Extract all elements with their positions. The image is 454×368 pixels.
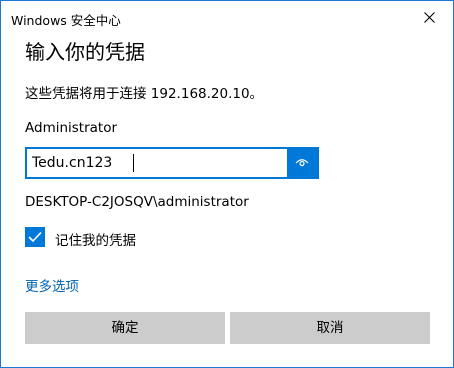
window-title: Windows 安全中心 xyxy=(11,13,121,28)
username-label: Administrator xyxy=(25,120,118,136)
dialog-description: 这些凭据将用于连接 192.168.20.10。 xyxy=(25,86,264,102)
domain-username: DESKTOP-C2JOSQV\administrator xyxy=(25,194,249,210)
dialog-heading: 输入你的凭据 xyxy=(25,40,145,64)
eye-icon xyxy=(295,159,309,167)
close-button[interactable] xyxy=(407,1,453,33)
cancel-button[interactable]: 取消 xyxy=(230,312,430,344)
checkbox-box[interactable] xyxy=(25,227,45,247)
checkmark-icon xyxy=(28,231,42,243)
close-icon xyxy=(424,12,435,23)
password-input[interactable] xyxy=(27,149,285,177)
reveal-password-button[interactable] xyxy=(287,149,317,177)
password-field[interactable] xyxy=(25,147,319,179)
credential-dialog: Windows 安全中心 输入你的凭据 这些凭据将用于连接 192.168.20… xyxy=(0,0,454,368)
more-options-link[interactable]: 更多选项 xyxy=(25,275,79,295)
ok-button[interactable]: 确定 xyxy=(25,312,225,344)
remember-label: 记住我的凭据 xyxy=(55,233,136,249)
text-caret xyxy=(133,154,134,172)
title-bar: Windows 安全中心 xyxy=(1,1,453,33)
